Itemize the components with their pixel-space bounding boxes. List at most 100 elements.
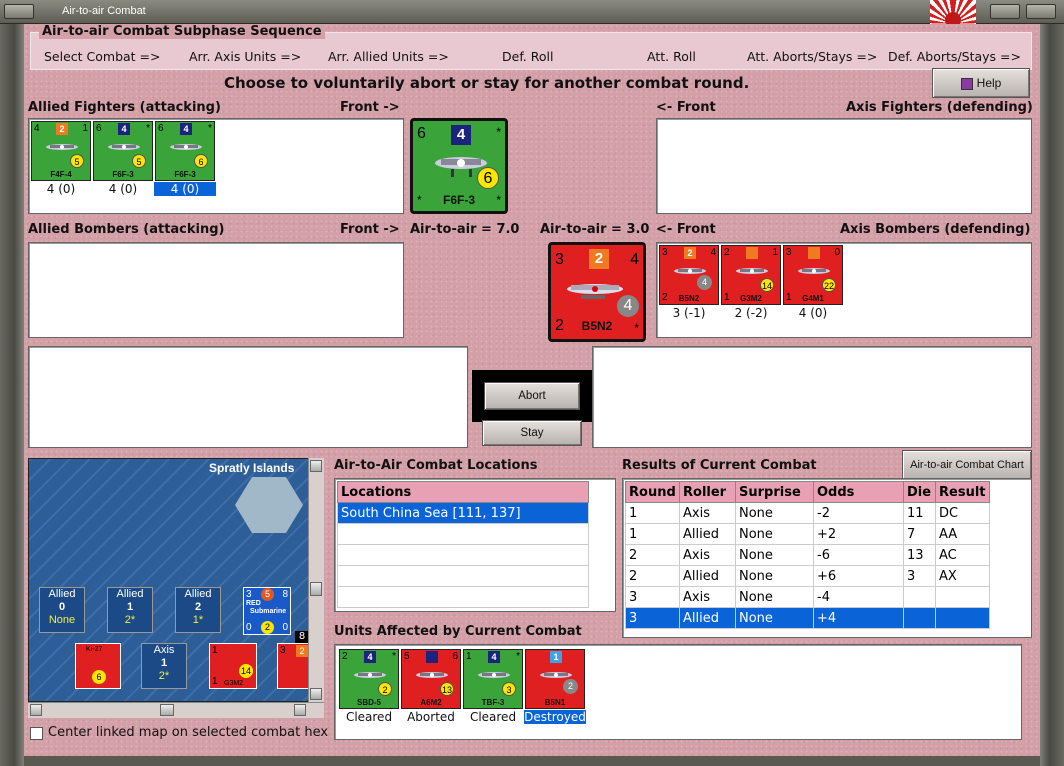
table-row[interactable] bbox=[337, 565, 589, 587]
counter-name: G4M1 bbox=[802, 294, 824, 303]
unit-stack[interactable]: Allied 1 2* bbox=[107, 587, 153, 633]
abort-button[interactable]: Abort bbox=[484, 382, 580, 410]
scroll-left-arrow-icon[interactable] bbox=[30, 704, 42, 716]
results-header: Results of Current Combat bbox=[622, 458, 817, 473]
column-header[interactable]: Surprise bbox=[735, 481, 814, 503]
scroll-thumb[interactable] bbox=[160, 704, 174, 716]
combat-chart-button[interactable]: Air-to-air Combat Chart bbox=[902, 450, 1032, 480]
unit-stack[interactable]: Allied 0 None bbox=[39, 587, 85, 633]
help-button[interactable]: Help bbox=[932, 68, 1030, 98]
sequence-step: Arr. Axis Units => bbox=[189, 49, 302, 64]
units-affected-list[interactable]: 2 4 * 2 SBD-5 Cleared 5 6 13 A6M2 Aborted 1 4 * 3 TBF-3… bbox=[334, 644, 1022, 740]
stack-side: Allied bbox=[48, 588, 76, 600]
table-row[interactable] bbox=[337, 544, 589, 566]
axis-fighters-list[interactable] bbox=[656, 118, 1032, 214]
column-header[interactable]: Odds bbox=[813, 481, 904, 503]
table-row[interactable] bbox=[337, 586, 589, 608]
odds-cell: -6 bbox=[813, 544, 904, 566]
table-row[interactable]: 2 Allied None +6 3 AX bbox=[625, 565, 990, 587]
column-header[interactable]: Die bbox=[903, 481, 936, 503]
unit-counter[interactable]: 3 2 4 4 2 B5N2 bbox=[659, 245, 719, 305]
stack-side: Axis bbox=[153, 644, 175, 656]
counter-value: 0 bbox=[834, 247, 840, 258]
counter-attack-value: 6 bbox=[96, 123, 102, 134]
counter-value: 3 bbox=[280, 645, 286, 656]
map-vertical-scrollbar[interactable] bbox=[308, 458, 324, 702]
table-row[interactable]: 3 Axis None -4 bbox=[625, 586, 990, 608]
scroll-right-arrow-icon[interactable] bbox=[294, 704, 306, 716]
unit-counter[interactable]: 2 1 14 1 G3M2 bbox=[721, 245, 781, 305]
locations-list[interactable]: Locations South China Sea [111, 137] bbox=[334, 478, 616, 612]
stay-button[interactable]: Stay bbox=[482, 420, 582, 446]
results-list[interactable]: Round Roller Surprise Odds Die Result 1A… bbox=[622, 478, 1032, 638]
close-button[interactable] bbox=[1026, 4, 1056, 19]
stack-side: Allied bbox=[116, 588, 144, 600]
window-menu-button[interactable] bbox=[4, 4, 34, 19]
unit-stack[interactable]: Allied 2 1* bbox=[175, 587, 221, 633]
center-map-checkbox[interactable] bbox=[30, 727, 43, 740]
surprise-cell: None bbox=[735, 565, 814, 587]
die-cell: 11 bbox=[903, 502, 936, 524]
axis-message-box bbox=[592, 346, 1032, 448]
instruction-text: Choose to voluntarily abort or stay for … bbox=[224, 74, 750, 92]
active-axis-bomber-counter[interactable]: 3 2 4 4 2 B5N2 * bbox=[548, 242, 646, 342]
active-allied-fighter-counter[interactable]: 6 4 * 6 F6F-3 * * bbox=[410, 118, 508, 214]
unit-counter[interactable]: 4 2 1 5 F4F-4 bbox=[31, 121, 91, 181]
scroll-up-arrow-icon[interactable] bbox=[310, 460, 322, 472]
unit-counter[interactable]: 1 4 * 3 TBF-3 bbox=[463, 649, 523, 709]
column-header[interactable]: Locations bbox=[337, 481, 589, 503]
counter-caption: Cleared bbox=[469, 710, 517, 724]
counter-caption: Destroyed bbox=[524, 710, 586, 724]
allied-fighters-list[interactable]: 4 2 1 5 F4F-4 4 (0) 6 4 * 5 F6F-3 4 (0) 6 4 * 6 F6F-3 4 (… bbox=[28, 118, 404, 214]
counter-range-circle: 5 bbox=[70, 154, 84, 168]
locations-header: Air-to-Air Combat Locations bbox=[334, 458, 538, 473]
roller-cell: Allied bbox=[679, 565, 736, 587]
table-row[interactable]: 3 Allied None +4 bbox=[625, 607, 990, 629]
submarine-counter[interactable]: 3 5 8 RED Submarine 0 2 0 bbox=[243, 587, 291, 635]
allied-bombers-list[interactable] bbox=[28, 242, 404, 338]
stack-count: 1 bbox=[126, 601, 134, 613]
stack-modifier: 1* bbox=[192, 614, 204, 626]
unit-counter[interactable]: 2 4 * 2 SBD-5 bbox=[339, 649, 399, 709]
counter-value: 1 bbox=[82, 123, 88, 134]
counter-name: TBF-3 bbox=[481, 698, 505, 707]
counter-value: 0 bbox=[246, 622, 252, 633]
map-horizontal-scrollbar[interactable] bbox=[28, 702, 324, 718]
counter-caption: 4 (0) bbox=[108, 182, 138, 196]
unit-counter[interactable]: 3 0 22 1 G4M1 bbox=[783, 245, 843, 305]
unit-counter[interactable]: 6 4 * 6 F6F-3 bbox=[155, 121, 215, 181]
roller-cell: Allied bbox=[679, 523, 736, 545]
counter-attack-value: 6 bbox=[158, 123, 164, 134]
scroll-down-arrow-icon[interactable] bbox=[310, 688, 322, 700]
column-header[interactable]: Round bbox=[625, 481, 680, 503]
counter-name: B5N2 bbox=[678, 294, 700, 303]
axis-bombers-header: Axis Bombers (defending) bbox=[840, 222, 1031, 237]
counter-range-circle: 5 bbox=[132, 154, 146, 168]
column-header[interactable]: Result bbox=[935, 481, 990, 503]
sequence-step: Select Combat => bbox=[44, 49, 161, 64]
map-unit-counter[interactable]: 1 14 1 G3M2 bbox=[209, 643, 257, 689]
center-map-label: Center linked map on selected combat hex bbox=[48, 725, 329, 740]
minimize-button[interactable] bbox=[990, 4, 1020, 19]
table-row[interactable]: South China Sea [111, 137] bbox=[337, 502, 589, 524]
table-row[interactable]: 1 Allied None +2 7 AA bbox=[625, 523, 990, 545]
result-cell: AA bbox=[935, 523, 990, 545]
column-header[interactable]: Roller bbox=[679, 481, 736, 503]
sequence-step: Arr. Allied Units => bbox=[328, 49, 449, 64]
counter-name: F6F-3 bbox=[112, 170, 134, 179]
unit-counter[interactable]: 6 4 * 5 F6F-3 bbox=[93, 121, 153, 181]
axis-bombers-list[interactable]: 3 2 4 4 2 B5N2 3 (-1) 2 1 14 1 G3M2 2 (-2) 3 0 22 1 G4M1 4… bbox=[656, 242, 1032, 338]
unit-stack[interactable]: Axis 1 2* bbox=[141, 643, 187, 689]
table-row[interactable] bbox=[337, 523, 589, 545]
scroll-thumb[interactable] bbox=[310, 582, 322, 596]
surprise-cell: None bbox=[735, 523, 814, 545]
unit-counter[interactable]: 5 6 13 A6M2 bbox=[401, 649, 461, 709]
stack-count: 0 bbox=[58, 601, 66, 613]
table-row[interactable]: 1 Axis None -2 11 DC bbox=[625, 502, 990, 524]
axis-air-strength: Air-to-air = 3.0 bbox=[540, 222, 650, 237]
linked-map[interactable]: Spratly Islands Allied 0 None Allied 1 2* Al… bbox=[28, 458, 324, 702]
counter-value: 3 bbox=[246, 589, 252, 600]
map-unit-counter[interactable]: Ki-27 6 bbox=[75, 643, 121, 689]
unit-counter[interactable]: 1 2 B5N1 bbox=[525, 649, 585, 709]
table-row[interactable]: 2 Axis None -6 13 AC bbox=[625, 544, 990, 566]
